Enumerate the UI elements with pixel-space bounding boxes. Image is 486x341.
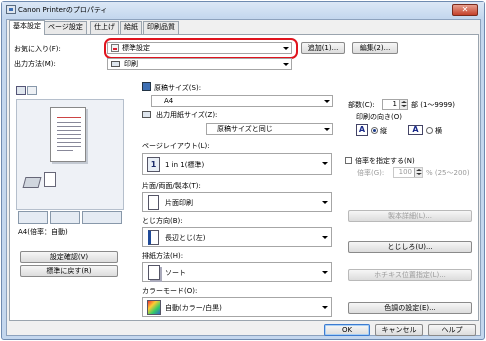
chevron-down-icon <box>322 271 328 274</box>
print-style-select[interactable]: 片面印刷 <box>142 192 332 212</box>
dialog-client: 基本設定 ページ設定 仕上げ 給紙 印刷品質 お気に入り(F): 標準設定 追加… <box>6 19 481 336</box>
sort-icon <box>148 265 160 280</box>
preview-page <box>50 107 86 162</box>
original-size-icon <box>142 82 151 91</box>
color-value: 自動(カラー/白黒) <box>165 304 222 312</box>
color-mode-icon <box>147 300 161 315</box>
chevron-down-icon <box>324 128 330 131</box>
zoom-checkbox[interactable] <box>345 157 352 164</box>
favorites-label: お気に入り(F): <box>14 45 61 53</box>
zoom-rate-value: 100 <box>398 168 412 176</box>
chevron-down-icon <box>322 306 328 309</box>
ok-button[interactable]: OK <box>324 324 370 336</box>
copies-range: 部 (1～9999) <box>411 101 455 109</box>
settings-check-button[interactable]: 設定確認(V) <box>20 251 118 263</box>
portrait-label: 縦 <box>380 127 387 135</box>
copies-value: 1 <box>392 100 397 108</box>
output-label: 出力方法(M): <box>14 60 56 68</box>
zoom-rate-label: 倍率(G): <box>357 169 385 177</box>
tab-print-quality[interactable]: 印刷品質 <box>143 21 179 34</box>
output-method-label: 排紙方法(H): <box>142 252 184 260</box>
portrait-icon: A <box>356 124 368 136</box>
output-value: 印刷 <box>124 60 138 68</box>
print-style-label: 片面/両面/製本(T): <box>142 182 201 190</box>
printer-icon <box>111 61 120 67</box>
staple-position-button[interactable]: ホチキス位置指定(L)... <box>348 269 472 281</box>
paper-stack-icon <box>44 172 56 187</box>
orientation-label: 印刷の向き(O) <box>356 113 402 121</box>
favorites-value: 標準設定 <box>122 44 150 52</box>
binding-edge-icon <box>148 230 159 245</box>
original-size-value: A4 <box>164 97 174 105</box>
output-method-value: ソート <box>165 269 186 277</box>
tab-finishing[interactable]: 仕上げ <box>90 21 119 34</box>
printer-preview-icon[interactable] <box>27 86 37 95</box>
copies-label: 部数(C): <box>348 101 375 109</box>
layout-select[interactable]: 1 1 in 1(標準) <box>142 153 332 175</box>
print-style-value: 片面印刷 <box>165 199 193 207</box>
chevron-down-icon <box>324 100 330 103</box>
edit-favorite-button[interactable]: 編集(2)... <box>352 42 398 54</box>
basic-settings-panel: お気に入り(F): 標準設定 追加(1)... 編集(2)... 出力方法(M)… <box>9 34 479 321</box>
layout-icon: 1 <box>147 157 160 172</box>
restore-defaults-button[interactable]: 標準に戻す(R) <box>20 265 118 277</box>
printer-device-icon <box>22 177 42 188</box>
landscape-label: 横 <box>435 127 442 135</box>
binding-label: とじ方向(B): <box>142 217 183 225</box>
printer-icon <box>6 5 16 14</box>
zoom-label: 倍率を指定する(N) <box>355 157 415 165</box>
zoom-rate-spinner[interactable]: 100 <box>393 167 423 178</box>
layout-option-2-icon[interactable] <box>50 211 80 224</box>
booklet-details-button[interactable]: 製本詳細(L)... <box>348 210 472 222</box>
help-button[interactable]: ヘルプ <box>428 324 476 336</box>
output-size-value: 原稿サイズと同じ <box>217 125 273 133</box>
close-button[interactable]: ✕ <box>452 4 478 16</box>
tab-basic-settings[interactable]: 基本設定 <box>9 20 45 35</box>
zoom-rate-range: % (25～200) <box>426 169 470 177</box>
output-paper-icon <box>142 111 151 118</box>
color-label: カラーモード(O): <box>142 287 198 295</box>
chevron-down-icon <box>283 63 289 66</box>
spin-arrows-icon[interactable] <box>414 168 422 177</box>
color-settings-button[interactable]: 色調の設定(E)... <box>348 302 472 314</box>
layout-option-1-icon[interactable] <box>18 211 48 224</box>
chevron-down-icon <box>322 201 328 204</box>
original-size-select[interactable]: A4 <box>151 95 333 107</box>
spin-arrows-icon[interactable] <box>399 100 407 109</box>
landscape-radio[interactable] <box>426 127 433 134</box>
output-method-select[interactable]: ソート <box>142 262 332 282</box>
tab-page-settings[interactable]: ページ設定 <box>44 21 87 34</box>
favorites-select[interactable]: 標準設定 <box>107 42 292 54</box>
title-bar: Canon Printerのプロパティ ✕ <box>2 2 484 18</box>
chevron-down-icon <box>322 236 328 239</box>
page-preview-area <box>16 99 124 210</box>
add-favorite-button[interactable]: 追加(1)... <box>301 42 345 54</box>
binding-value: 長辺とじ(左) <box>165 234 206 242</box>
portrait-radio[interactable] <box>371 127 378 134</box>
chevron-down-icon <box>283 47 289 50</box>
color-select[interactable]: 自動(カラー/白黒) <box>142 297 332 317</box>
tab-paper-source[interactable]: 給紙 <box>120 21 142 34</box>
window-title: Canon Printerのプロパティ <box>18 6 108 14</box>
favorite-settings-icon <box>111 44 119 52</box>
one-sided-icon <box>148 195 159 210</box>
layout-label: ページレイアウト(L): <box>142 142 210 150</box>
output-select[interactable]: 印刷 <box>107 58 292 70</box>
binding-select[interactable]: 長辺とじ(左) <box>142 227 332 247</box>
properties-window: Canon Printerのプロパティ ✕ 基本設定 ページ設定 仕上げ 給紙 … <box>1 1 485 340</box>
gutter-button[interactable]: とじしろ(U)... <box>348 241 472 253</box>
preview-caption: A4(倍率：自動) <box>18 228 68 236</box>
cancel-button[interactable]: キャンセル <box>375 324 423 336</box>
layout-option-3-icon[interactable] <box>82 211 122 224</box>
output-size-label: 出力用紙サイズ(Z): <box>156 111 218 119</box>
original-size-label: 原稿サイズ(S): <box>154 84 202 92</box>
chevron-down-icon <box>322 162 328 165</box>
copies-spinner[interactable]: 1 <box>382 99 408 110</box>
output-size-select[interactable]: 原稿サイズと同じ <box>206 123 333 135</box>
layout-value: 1 in 1(標準) <box>165 161 205 169</box>
preview-mode-icon[interactable] <box>16 86 26 95</box>
landscape-icon: A <box>408 125 423 135</box>
